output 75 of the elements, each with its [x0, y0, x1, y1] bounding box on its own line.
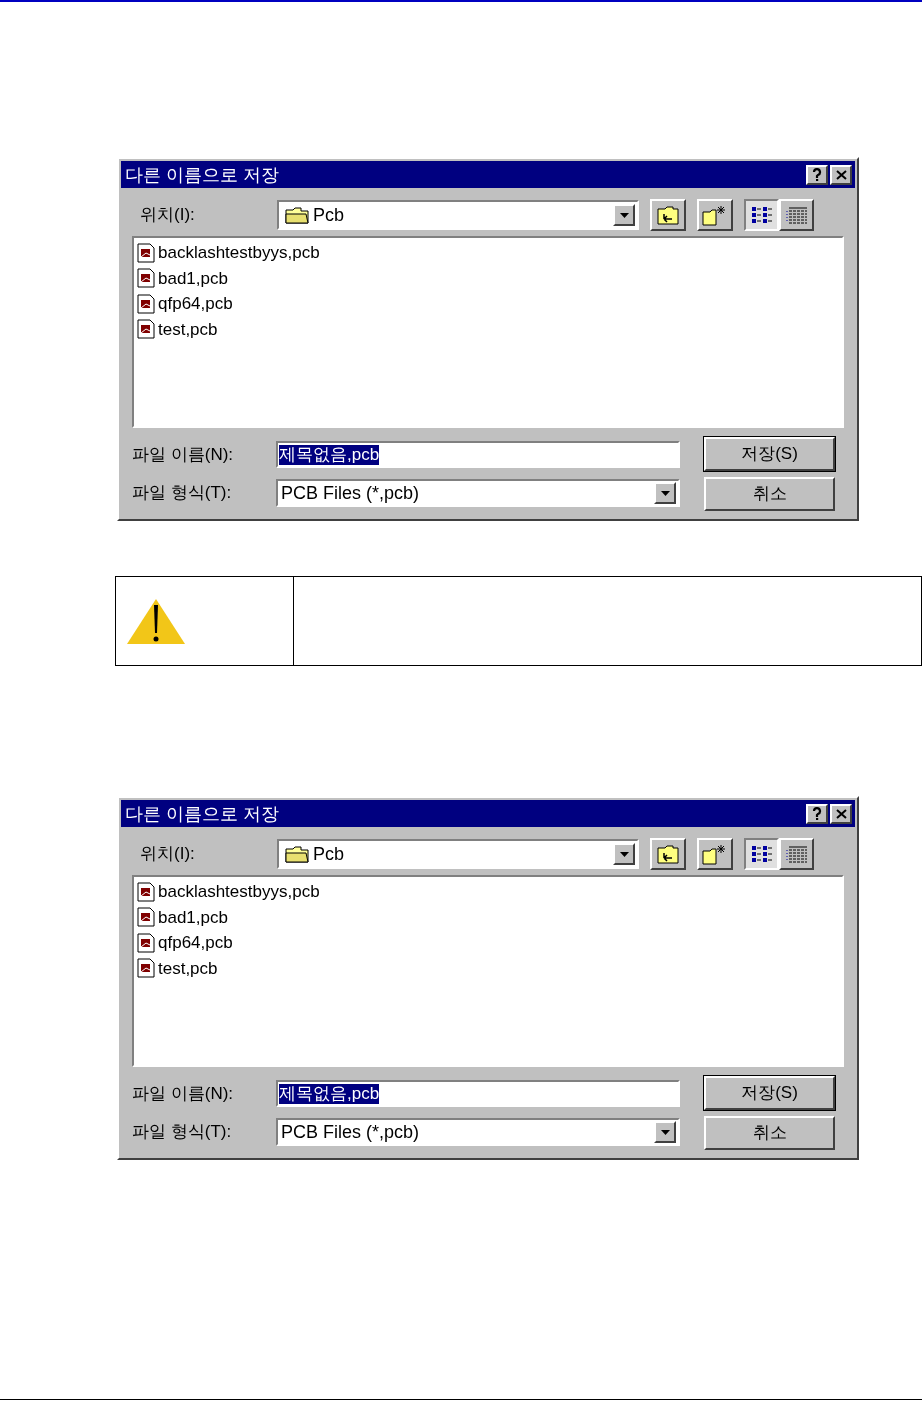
caret-icon	[619, 851, 629, 857]
dropdown-button[interactable]	[654, 482, 676, 504]
location-dropdown[interactable]: Pcb	[277, 839, 639, 869]
up-folder-button[interactable]	[650, 838, 686, 870]
file-icon	[137, 268, 155, 289]
up-folder-icon	[656, 205, 680, 225]
window-title: 다른 이름으로 저장	[125, 804, 279, 823]
help-icon	[812, 807, 822, 820]
folder-icon	[285, 206, 309, 224]
caret-icon	[619, 212, 629, 218]
save-button[interactable]: 저장(S)	[704, 1076, 835, 1110]
new-folder-icon	[702, 843, 728, 865]
file-icon	[137, 932, 155, 953]
file-item[interactable]: bad1,pcb	[158, 904, 228, 930]
details-view-button[interactable]	[779, 838, 814, 870]
file-item[interactable]: test,pcb	[158, 316, 218, 342]
close-icon	[835, 808, 847, 819]
list-view-button[interactable]	[744, 199, 779, 231]
filename-value: 제목없음,pcb	[279, 444, 380, 465]
location-value: Pcb	[313, 203, 346, 227]
location-label: 위치(I):	[140, 843, 196, 866]
filename-value: 제목없음,pcb	[279, 1083, 380, 1104]
filetype-dropdown[interactable]: PCB Files (*,pcb)	[276, 479, 680, 507]
filetype-label: 파일 형식(T):	[132, 482, 233, 505]
up-folder-button[interactable]	[650, 199, 686, 231]
filetype-value: PCB Files (*,pcb)	[281, 1120, 421, 1144]
location-value: Pcb	[313, 842, 346, 866]
help-icon	[812, 168, 822, 181]
file-icon	[137, 242, 155, 263]
cancel-button[interactable]: 취소	[704, 1116, 835, 1150]
new-folder-button[interactable]	[697, 838, 733, 870]
up-folder-icon	[656, 844, 680, 864]
file-item[interactable]: bad1,pcb	[158, 265, 228, 291]
file-item[interactable]: qfp64,pcb	[158, 930, 233, 956]
dropdown-button[interactable]	[654, 1121, 676, 1143]
filename-field[interactable]: 제목없음,pcb	[276, 1080, 680, 1107]
list-view-icon	[749, 844, 774, 864]
close-icon	[835, 169, 847, 180]
details-view-icon	[784, 844, 809, 864]
help-button[interactable]	[806, 164, 828, 185]
caret-icon	[660, 490, 670, 496]
filename-field[interactable]: 제목없음,pcb	[276, 441, 680, 468]
folder-icon	[285, 845, 309, 863]
new-folder-button[interactable]	[697, 199, 733, 231]
file-item[interactable]: test,pcb	[158, 955, 218, 981]
details-view-icon	[784, 205, 809, 225]
file-icon	[137, 293, 155, 314]
window-title: 다른 이름으로 저장	[125, 165, 279, 184]
filetype-dropdown[interactable]: PCB Files (*,pcb)	[276, 1118, 680, 1146]
file-item[interactable]: backlashtestbyys,pcb	[158, 240, 320, 266]
caret-icon	[660, 1129, 670, 1135]
filename-label: 파일 이름(N):	[132, 1082, 235, 1105]
filename-label: 파일 이름(N):	[132, 443, 235, 466]
file-icon	[137, 907, 155, 928]
close-button[interactable]	[830, 803, 852, 824]
file-item[interactable]: qfp64,pcb	[158, 291, 233, 317]
file-item[interactable]: backlashtestbyys,pcb	[158, 879, 320, 905]
save-button[interactable]: 저장(S)	[704, 437, 835, 471]
details-view-button[interactable]	[779, 199, 814, 231]
filetype-label: 파일 형식(T):	[132, 1121, 233, 1144]
location-label: 위치(I):	[140, 204, 196, 227]
dropdown-button[interactable]	[613, 204, 635, 226]
new-folder-icon	[702, 204, 728, 226]
file-icon	[137, 319, 155, 340]
help-button[interactable]	[806, 803, 828, 824]
file-icon	[137, 881, 155, 902]
dropdown-button[interactable]	[613, 843, 635, 865]
list-view-icon	[749, 205, 774, 225]
warning-icon	[126, 597, 186, 645]
list-view-button[interactable]	[744, 838, 779, 870]
close-button[interactable]	[830, 164, 852, 185]
filetype-value: PCB Files (*,pcb)	[281, 481, 421, 505]
cancel-button[interactable]: 취소	[704, 477, 835, 511]
file-icon	[137, 958, 155, 979]
location-dropdown[interactable]: Pcb	[277, 200, 639, 230]
